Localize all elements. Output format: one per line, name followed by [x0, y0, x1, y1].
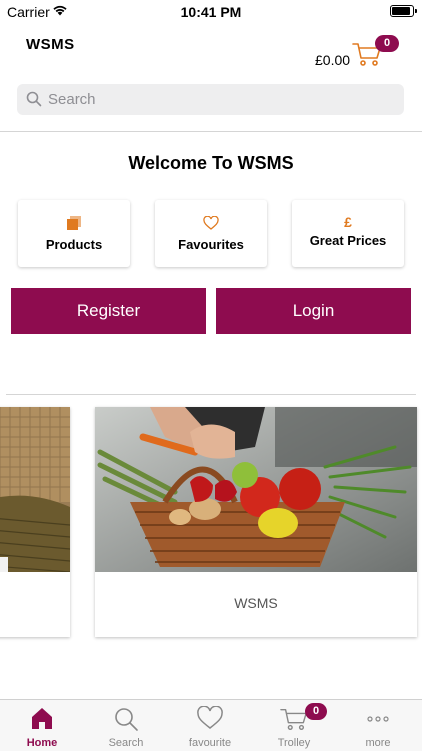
- login-button[interactable]: Login: [216, 288, 411, 334]
- tab-label: Home: [26, 737, 58, 749]
- status-bar: Carrier 10:41 PM: [0, 0, 422, 22]
- search-input[interactable]: [48, 84, 388, 115]
- home-icon: [0, 706, 84, 732]
- welcome-heading: Welcome To WSMS: [128, 153, 294, 173]
- tab-search[interactable]: Search: [84, 700, 168, 751]
- trolley-count-badge: 0: [305, 703, 327, 720]
- search-bar[interactable]: [17, 84, 404, 115]
- battery-icon: [390, 5, 417, 17]
- carousel-card[interactable]: WSMS: [95, 407, 417, 637]
- logo[interactable]: WSMS: [26, 36, 75, 53]
- cart-count-badge: 0: [375, 35, 399, 52]
- tab-home[interactable]: Home: [0, 700, 84, 751]
- clock: 10:41 PM: [180, 4, 242, 20]
- heart-icon: [168, 705, 252, 732]
- tab-label: Search: [108, 737, 144, 749]
- feature-great-prices[interactable]: £ Great Prices: [292, 200, 404, 267]
- feature-label: Great Prices: [309, 233, 387, 248]
- tab-label: more: [365, 737, 391, 749]
- search-icon: [84, 706, 168, 732]
- tab-more[interactable]: more: [336, 700, 420, 751]
- more-dots-icon: [336, 706, 420, 732]
- search-icon: [26, 91, 42, 107]
- feature-favourites[interactable]: Favourites: [155, 200, 267, 267]
- carousel-image: [95, 407, 417, 572]
- pound-sign-icon: £: [344, 214, 352, 230]
- tab-label: Trolley: [277, 737, 311, 749]
- stacked-squares-icon: [18, 216, 130, 232]
- tab-bar: Home Search favourite Trolley 0 more: [0, 699, 422, 751]
- divider: [6, 394, 416, 395]
- cart-total: £0.00: [315, 52, 351, 68]
- carousel-caption: WSMS: [234, 595, 278, 611]
- tab-favourite[interactable]: favourite: [168, 700, 252, 751]
- feature-label: Products: [45, 237, 103, 252]
- carousel-image: [0, 407, 70, 572]
- divider: [0, 131, 422, 132]
- feature-label: Favourites: [178, 237, 244, 252]
- feature-products[interactable]: Products: [18, 200, 130, 267]
- app-header: WSMS £0.00 0: [0, 22, 422, 132]
- register-button[interactable]: Register: [11, 288, 206, 334]
- tab-label: favourite: [188, 737, 232, 749]
- carousel-card[interactable]: [0, 407, 70, 637]
- heart-icon: [155, 215, 267, 232]
